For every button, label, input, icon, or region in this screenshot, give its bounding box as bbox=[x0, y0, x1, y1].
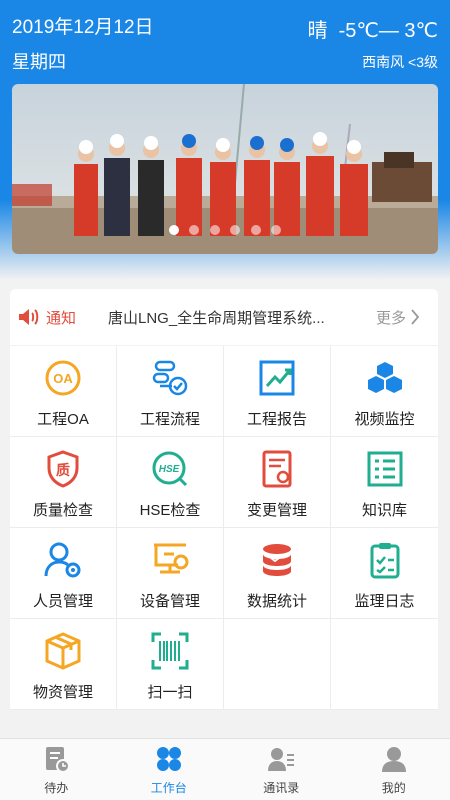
grid-item-scan[interactable]: 扫一扫 bbox=[117, 619, 224, 710]
clipboard-check-icon bbox=[370, 543, 399, 579]
grid-item-label: 变更管理 bbox=[246, 502, 307, 519]
grid-item-supervision-log[interactable]: 监理日志 bbox=[331, 528, 438, 619]
monitor-gear-icon bbox=[154, 543, 189, 574]
grid-item-video[interactable]: 视频监控 bbox=[331, 346, 438, 437]
chevron-right-icon[interactable] bbox=[410, 308, 420, 326]
tab-label: 待办 bbox=[44, 781, 69, 795]
more-link[interactable]: 更多 bbox=[376, 307, 406, 328]
report-chart-icon bbox=[259, 360, 295, 396]
workbench-icon bbox=[156, 747, 181, 771]
bottom-tab-bar: 待办 工作台 通讯录 我的 bbox=[0, 738, 450, 800]
change-document-icon bbox=[262, 450, 292, 488]
grid-item-materials[interactable]: 物资管理 bbox=[10, 619, 117, 710]
grid-item-oa[interactable]: OA 工程OA bbox=[10, 346, 117, 437]
grid-item-label: 质量检查 bbox=[32, 502, 93, 519]
grid-item-change[interactable]: 变更管理 bbox=[224, 437, 331, 528]
grid-item-workflow[interactable]: 工程流程 bbox=[117, 346, 224, 437]
svg-text:OA: OA bbox=[53, 371, 73, 386]
wind-text: 西南风 <3级 bbox=[362, 54, 438, 70]
svg-text:质: 质 bbox=[56, 462, 70, 479]
weather-text: 晴 -5℃— 3℃ bbox=[307, 20, 439, 42]
weekday-text: 星期四 bbox=[12, 52, 66, 72]
hse-icon: HSE bbox=[152, 451, 188, 487]
box-icon bbox=[45, 632, 81, 670]
profile-icon bbox=[381, 747, 406, 772]
tab-profile[interactable]: 我的 bbox=[338, 739, 450, 800]
grid-item-label: HSE检查 bbox=[139, 502, 201, 519]
barcode-scan-icon bbox=[151, 632, 189, 670]
svg-text:HSE: HSE bbox=[159, 464, 180, 475]
grid-item-quality[interactable]: 质 质量检查 bbox=[10, 437, 117, 528]
tab-workbench[interactable]: 工作台 bbox=[113, 739, 226, 800]
carousel-indicators[interactable] bbox=[12, 222, 438, 240]
notice-text[interactable]: 唐山LNG_全生命周期管理系统... bbox=[108, 307, 354, 328]
grid-item-statistics[interactable]: 数据统计 bbox=[224, 528, 331, 619]
photo-carousel[interactable] bbox=[12, 84, 438, 254]
carousel-dot[interactable] bbox=[250, 225, 261, 235]
tab-label: 工作台 bbox=[150, 781, 187, 795]
grid-item-knowledge[interactable]: 知识库 bbox=[331, 437, 438, 528]
tab-label: 通讯录 bbox=[263, 781, 300, 795]
grid-item-label: 视频监控 bbox=[354, 411, 415, 428]
grid-item-label: 工程报告 bbox=[246, 411, 307, 428]
grid-item-label: 监理日志 bbox=[354, 593, 415, 610]
grid-item-hse[interactable]: HSE HSE检查 bbox=[117, 437, 224, 528]
tab-contacts[interactable]: 通讯录 bbox=[225, 739, 338, 800]
todo-icon bbox=[46, 747, 71, 773]
carousel-dot[interactable] bbox=[189, 225, 200, 235]
speaker-icon bbox=[19, 309, 39, 325]
grid-item-label: 物资管理 bbox=[32, 684, 93, 701]
grid-item-label: 人员管理 bbox=[32, 593, 93, 610]
date-text: 2019年12月12日 bbox=[12, 17, 154, 38]
grid-item-label: 设备管理 bbox=[139, 593, 200, 610]
grid-item-label: 知识库 bbox=[361, 502, 407, 519]
notice-label: 通知 bbox=[46, 309, 77, 327]
function-grid: OA 工程OA 工程流程 工程报告 视频监控 质 质量检查 HSE HSE检查 … bbox=[10, 346, 438, 710]
workflow-icon bbox=[152, 360, 188, 396]
carousel-dot[interactable] bbox=[271, 225, 282, 235]
tab-label: 我的 bbox=[381, 781, 406, 795]
grid-item-label: 工程OA bbox=[37, 411, 89, 428]
tab-todo[interactable]: 待办 bbox=[0, 739, 113, 800]
grid-item-label: 工程流程 bbox=[139, 411, 200, 428]
database-icon bbox=[263, 544, 291, 576]
contacts-icon bbox=[268, 748, 295, 771]
carousel-dot[interactable] bbox=[168, 225, 179, 235]
user-gear-icon bbox=[44, 542, 81, 578]
carousel-dot[interactable] bbox=[209, 225, 220, 235]
grid-item-label: 扫一扫 bbox=[147, 684, 193, 701]
cubes-icon bbox=[367, 362, 402, 393]
knowledge-list-icon bbox=[367, 451, 402, 487]
grid-item-equipment[interactable]: 设备管理 bbox=[117, 528, 224, 619]
carousel-dot[interactable] bbox=[230, 225, 241, 235]
quality-shield-icon: 质 bbox=[47, 450, 79, 488]
grid-item-personnel[interactable]: 人员管理 bbox=[10, 528, 117, 619]
notice-bar[interactable]: 通知 唐山LNG_全生命周期管理系统... 更多 bbox=[10, 289, 438, 345]
oa-icon: OA bbox=[45, 360, 81, 396]
grid-item-label: 数据统计 bbox=[246, 593, 307, 610]
grid-item-report[interactable]: 工程报告 bbox=[224, 346, 331, 437]
grid-empty-cell bbox=[224, 619, 331, 710]
grid-empty-cell bbox=[331, 619, 438, 710]
